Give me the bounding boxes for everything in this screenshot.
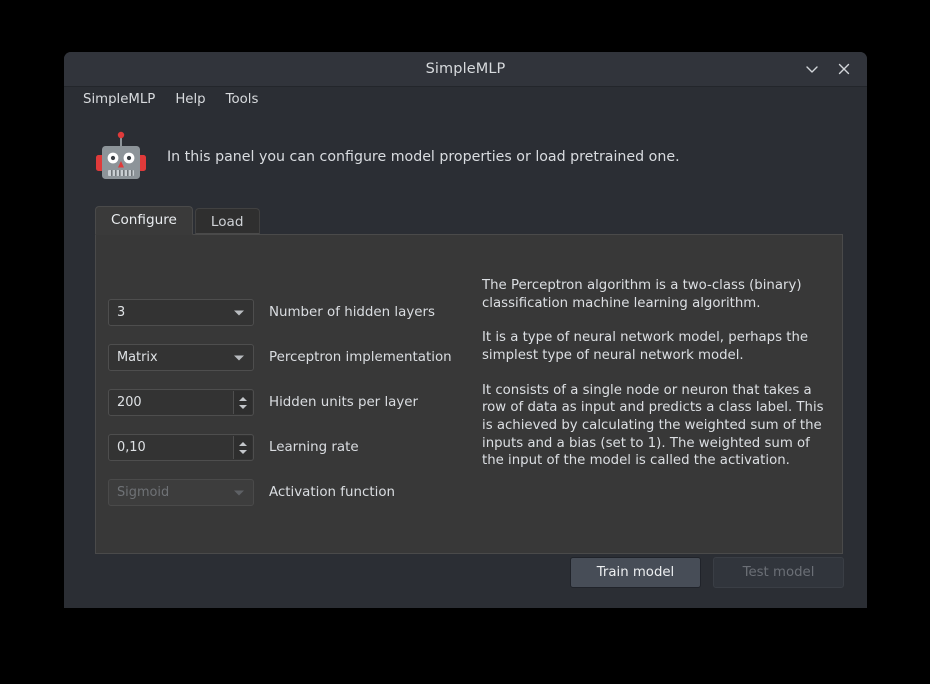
hidden-layers-combobox[interactable]: 3 [108,299,254,326]
tab-load[interactable]: Load [194,208,260,234]
footer-actions: Train model Test model [570,557,844,588]
title-bar: SimpleMLP [64,52,867,87]
arrow-up-icon[interactable] [239,396,247,401]
description-paragraph: It is a type of neural network model, pe… [482,330,809,364]
panel-header: In this panel you can configure model pr… [64,113,867,185]
description-paragraph: The Perceptron algorithm is a two-class … [482,278,802,311]
test-model-button: Test model [713,557,844,588]
form-row-learning-rate: 0,10 Learning rate [108,434,488,461]
arrow-down-icon[interactable] [239,404,247,409]
tab-configure[interactable]: Configure [95,206,193,235]
minimize-button[interactable] [797,54,827,84]
form-row-hidden-units: 200 Hidden units per layer [108,389,488,416]
learning-rate-spinbox[interactable]: 0,10 [108,434,254,461]
screen: SimpleMLP SimpleMLP Help Tools In this p… [0,0,930,684]
arrow-up-icon[interactable] [239,441,247,446]
menu-bar: SimpleMLP Help Tools [64,87,867,113]
configuration-form: 3 Number of hidden layers Matrix Percept… [108,299,488,506]
perceptron-implementation-combobox[interactable]: Matrix [108,344,254,371]
hidden-layers-label: Number of hidden layers [269,305,435,320]
activation-function-label: Activation function [269,485,395,500]
train-model-button[interactable]: Train model [570,557,701,588]
hidden-units-value: 200 [117,395,142,410]
window-title: SimpleMLP [425,61,506,77]
perceptron-implementation-label: Perceptron implementation [269,350,452,365]
form-row-hidden-layers: 3 Number of hidden layers [108,299,488,326]
form-row-activation-function: Sigmoid Activation function [108,479,488,506]
chevron-down-icon [234,310,244,315]
close-icon [836,61,852,77]
hidden-layers-value: 3 [117,305,126,320]
menu-item-tools[interactable]: Tools [217,90,268,109]
robot-icon [95,129,147,185]
activation-function-value: Sigmoid [117,485,170,500]
activation-function-combobox: Sigmoid [108,479,254,506]
learning-rate-label: Learning rate [269,440,359,455]
learning-rate-value: 0,10 [117,440,146,455]
description-paragraph: It consists of a single node or neuron t… [482,382,824,469]
chevron-down-icon [804,61,820,77]
panel-description-text: In this panel you can configure model pr… [167,148,680,165]
algorithm-description: The Perceptron algorithm is a two-class … [482,277,830,470]
chevron-down-icon [234,490,244,495]
window-controls [797,52,859,86]
menu-item-simplemlp[interactable]: SimpleMLP [74,90,164,109]
menu-item-help[interactable]: Help [166,90,214,109]
hidden-units-label: Hidden units per layer [269,395,419,410]
hidden-units-stepper[interactable] [233,391,252,414]
hidden-units-spinbox[interactable]: 200 [108,389,254,416]
configure-panel: 3 Number of hidden layers Matrix Percept… [95,234,843,554]
perceptron-implementation-value: Matrix [117,350,158,365]
app-window: SimpleMLP SimpleMLP Help Tools In this p… [64,52,867,608]
close-button[interactable] [829,54,859,84]
tab-bar: Configure Load [95,206,867,235]
chevron-down-icon [234,355,244,360]
form-row-perceptron-implementation: Matrix Perceptron implementation [108,344,488,371]
learning-rate-stepper[interactable] [233,436,252,459]
arrow-down-icon[interactable] [239,449,247,454]
